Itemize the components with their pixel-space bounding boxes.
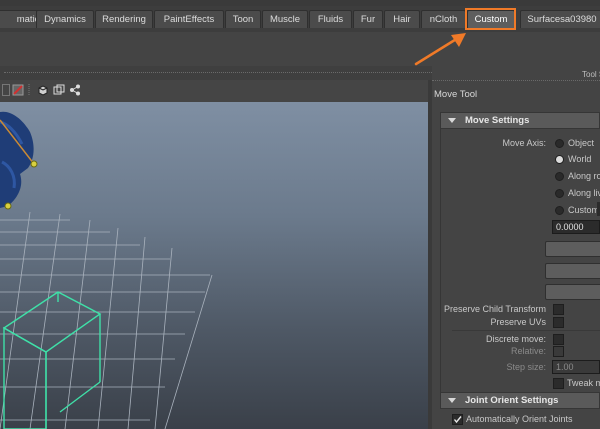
viewport-scene	[0, 111, 213, 429]
tab-fur[interactable]: Fur	[353, 10, 383, 28]
preserve-child-transform-checkbox[interactable]	[553, 304, 564, 315]
axis-button-2[interactable]	[545, 263, 600, 279]
wireframe-icon[interactable]	[53, 84, 65, 96]
radio-along-live-label: Along liv	[568, 188, 600, 198]
custom-axis-value-field[interactable]: 0.0000	[552, 220, 600, 234]
collapse-triangle-icon	[448, 118, 456, 123]
tab-fluids[interactable]: Fluids	[309, 10, 352, 28]
tab-dynamics[interactable]: Dynamics	[36, 10, 94, 28]
auto-orient-joints-label: Automatically Orient Joints	[466, 414, 573, 424]
tab-muscle[interactable]: Muscle	[262, 10, 308, 28]
divider	[452, 330, 600, 331]
radio-object[interactable]	[555, 139, 564, 148]
move-axis-label: Move Axis:	[502, 138, 546, 148]
discrete-move-checkbox[interactable]	[553, 334, 564, 345]
share-nodes-icon[interactable]	[69, 84, 81, 96]
camera-lock-icon[interactable]	[12, 84, 24, 96]
radio-along-live[interactable]	[555, 189, 564, 198]
tab-toon[interactable]: Toon	[225, 10, 261, 28]
tab-rendering[interactable]: Rendering	[95, 10, 153, 28]
preserve-child-transform-label: Preserve Child Transform	[443, 304, 546, 314]
checkmark-icon	[453, 416, 462, 424]
radio-along-rotation[interactable]	[555, 172, 564, 181]
view-icon[interactable]	[2, 84, 10, 96]
tweak-mode-label: Tweak m	[567, 378, 600, 388]
relative-checkbox[interactable]	[553, 346, 564, 357]
highlight-box	[465, 8, 516, 30]
viewport-toolbar	[0, 80, 428, 103]
viewport-3d[interactable]	[0, 102, 428, 429]
radio-custom[interactable]	[555, 206, 564, 215]
collapse-triangle-icon	[448, 398, 456, 403]
preserve-uvs-checkbox[interactable]	[553, 317, 564, 328]
character-model[interactable]	[0, 111, 38, 210]
panel-title-bar	[432, 66, 600, 81]
radio-world-label: World	[568, 154, 592, 164]
cube-wireframe[interactable]	[2, 291, 102, 429]
cube-shaded-icon[interactable]	[37, 84, 49, 96]
move-settings-header[interactable]: Move Settings	[440, 112, 600, 129]
preserve-uvs-label: Preserve UVs	[490, 317, 546, 327]
step-size-label: Step size:	[506, 362, 546, 372]
radio-world[interactable]	[555, 155, 564, 164]
annotation-arrow-icon	[414, 33, 466, 66]
tool-name: Move Tool	[434, 89, 478, 100]
joint-orient-settings-header[interactable]: Joint Orient Settings	[440, 392, 600, 409]
axis-button-1[interactable]	[545, 241, 600, 257]
auto-orient-joints-checkbox[interactable]	[452, 414, 463, 425]
joint-orient-settings-title: Joint Orient Settings	[465, 395, 559, 406]
radio-along-rotation-label: Along ro	[568, 171, 600, 181]
ground-grid	[0, 211, 213, 429]
radio-object-label: Object	[568, 138, 595, 148]
relative-label: Relative:	[510, 346, 546, 356]
tool-settings-panel: Tool S Move Tool Move Settings Move Axis…	[432, 66, 600, 429]
move-settings-title: Move Settings	[465, 115, 530, 126]
tab-painteffects[interactable]: PaintEffects	[154, 10, 224, 28]
tab-surfaces[interactable]: Surfacesa03980	[520, 10, 600, 28]
shelf-area	[0, 32, 600, 67]
tweak-mode-checkbox[interactable]	[553, 378, 564, 389]
axis-button-3[interactable]	[545, 284, 600, 300]
discrete-move-label: Discrete move:	[485, 334, 546, 344]
step-size-field[interactable]: 1.00	[552, 360, 600, 374]
radio-custom-label: Custom	[568, 205, 600, 215]
